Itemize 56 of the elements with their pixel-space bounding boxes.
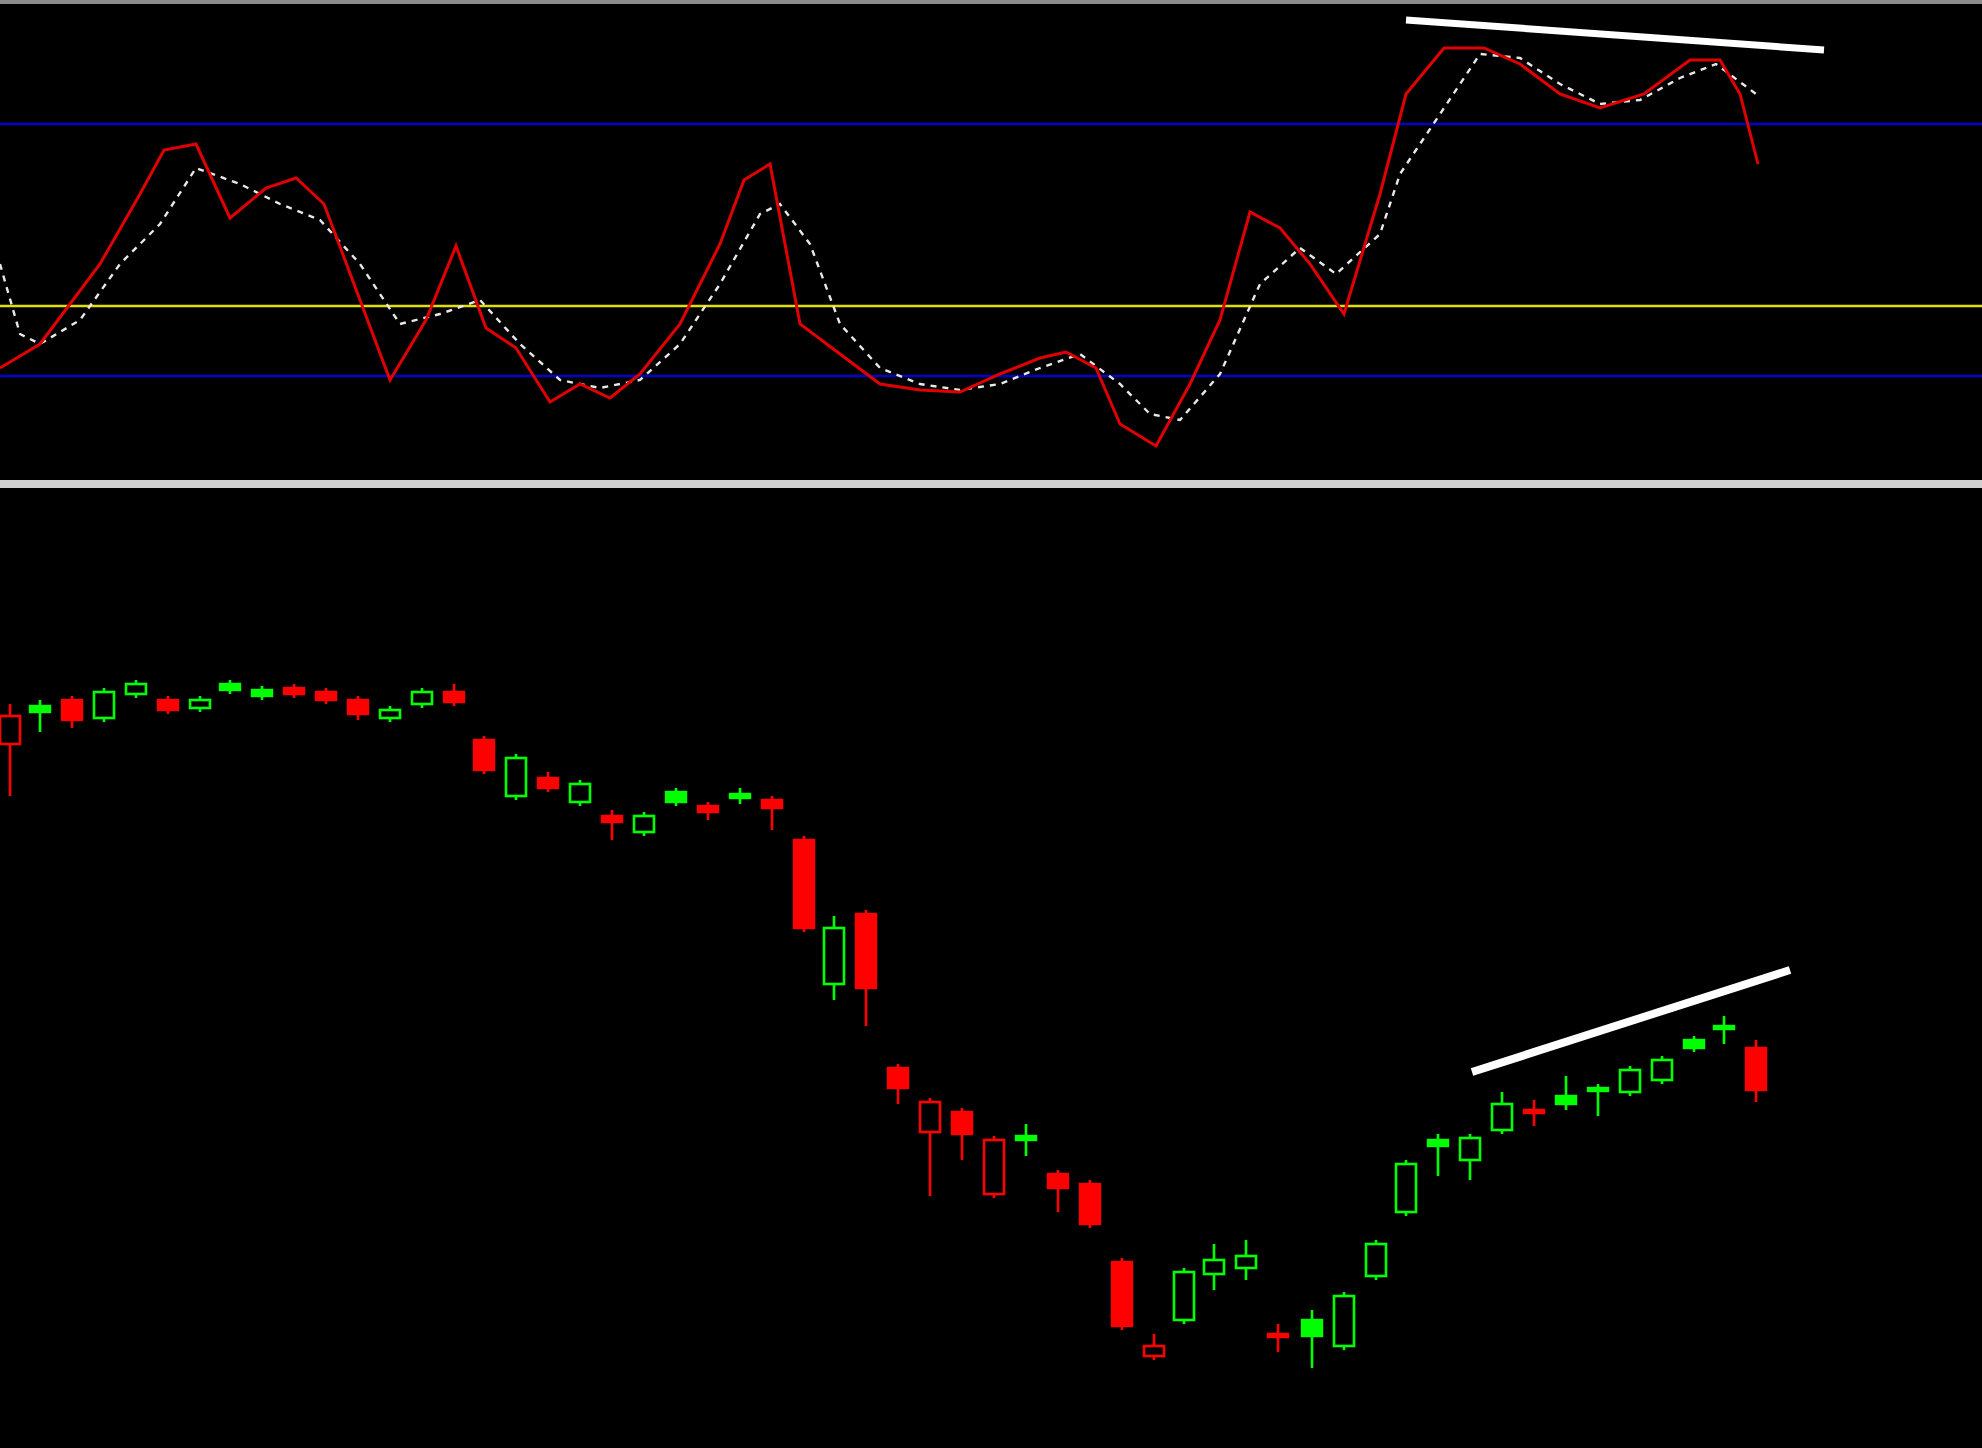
candlestick <box>536 772 560 792</box>
candlestick <box>314 688 338 704</box>
candlestick <box>1014 1124 1038 1156</box>
candlestick <box>1744 1040 1768 1102</box>
candlestick <box>188 696 212 712</box>
candlestick <box>346 696 370 720</box>
candlestick <box>1490 1092 1514 1134</box>
candlestick <box>218 680 242 694</box>
candlestick <box>1142 1334 1166 1360</box>
candlestick <box>822 916 846 1000</box>
candlestick <box>1618 1066 1642 1096</box>
candlestick <box>442 684 466 706</box>
candlestick <box>1172 1268 1196 1324</box>
candlestick <box>124 680 148 698</box>
candlestick <box>568 780 592 806</box>
candlestick <box>282 684 306 698</box>
candlestick <box>1300 1310 1324 1368</box>
candlestick <box>1650 1056 1674 1084</box>
candlestick <box>0 704 22 796</box>
candlestick <box>250 686 274 700</box>
candlestick <box>472 736 496 774</box>
candlestick <box>1712 1016 1736 1044</box>
candlestick <box>792 836 816 932</box>
candlestick <box>1266 1324 1290 1352</box>
candlestick <box>92 688 116 722</box>
candlestick <box>950 1108 974 1160</box>
candlestick <box>156 696 180 714</box>
candlestick <box>1682 1036 1706 1052</box>
candlestick <box>728 788 752 804</box>
candlestick <box>1522 1100 1546 1126</box>
candlestick <box>1394 1160 1418 1216</box>
candlestick <box>1426 1134 1450 1176</box>
candlestick <box>854 910 878 1026</box>
candlestick <box>760 796 784 830</box>
candlestick <box>1234 1240 1258 1280</box>
candlestick <box>504 754 528 800</box>
candlestick <box>1078 1180 1102 1228</box>
candlestick <box>696 802 720 820</box>
candlestick <box>410 688 434 708</box>
candlestick <box>982 1136 1006 1198</box>
candlestick <box>1586 1084 1610 1116</box>
candlestick <box>918 1098 942 1196</box>
candlestick <box>60 696 84 728</box>
candlestick <box>1202 1244 1226 1290</box>
candlestick <box>600 810 624 840</box>
candlestick <box>632 812 656 836</box>
candlestick <box>1332 1292 1356 1350</box>
candlestick <box>1110 1258 1134 1330</box>
candlestick <box>1554 1076 1578 1110</box>
candlestick <box>886 1064 910 1104</box>
candlestick <box>378 706 402 722</box>
candlestick <box>28 700 52 732</box>
candlestick <box>1364 1240 1388 1280</box>
candlestick <box>1458 1134 1482 1180</box>
candlestick <box>664 788 688 806</box>
candlestick <box>1046 1170 1070 1212</box>
